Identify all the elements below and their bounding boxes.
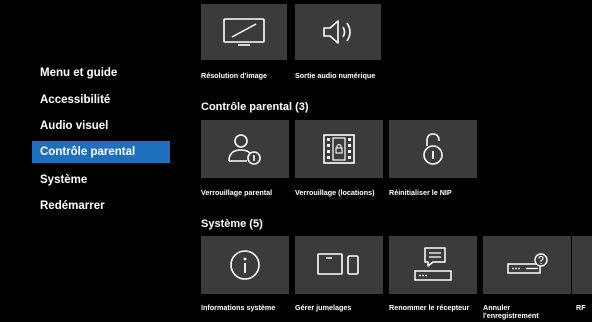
receiver-help-icon [507,253,548,274]
tile-label: Renommer le récepteur [389,303,470,312]
section-title-system: Système (5) [201,218,263,230]
tile-label: Réinitialiser le NIP [389,188,452,197]
monitor-resize-icon [223,18,265,46]
devices-icon [317,253,359,275]
digital-audio-output-tile[interactable] [295,4,381,60]
padlock-open-icon [423,133,443,165]
tile-label: Informations système [201,303,276,312]
tile-label: Gérer jumelages [295,303,352,312]
manage-pairings-tile[interactable] [295,236,383,294]
reset-pin-tile[interactable] [389,120,477,178]
cancel-registration-tile[interactable] [483,236,571,294]
film-lock-icon [323,134,355,164]
parental-lock-tile[interactable] [201,120,289,178]
receiver-message-icon [414,247,452,281]
tile-label: Verrouillage (locations) [295,188,375,197]
tile-label: Sortie audio numérique [295,71,376,80]
settings-sidebar: Menu et guide Accessibilité Audio visuel… [0,0,170,322]
sidebar-item-menu-guide[interactable]: Menu et guide [32,62,170,84]
tile-label: Résolution d'image [201,71,268,80]
speaker-icon [323,20,351,44]
tile-label: Annuler l'enregistrement [483,303,539,320]
sidebar-item-restart[interactable]: Redémarrer [32,195,170,217]
tile-label: RF [576,303,586,312]
rename-receiver-tile[interactable] [389,236,477,294]
sidebar-item-accessibility[interactable]: Accessibilité [32,89,170,111]
rf-tile[interactable] [572,236,592,294]
tile-label: Verrouillage parental [201,188,273,197]
rental-lock-tile[interactable] [295,120,383,178]
image-resolution-tile[interactable] [201,4,287,60]
sidebar-item-parental-control[interactable]: Contrôle parental [32,141,170,163]
sidebar-item-system[interactable]: Système [32,169,170,191]
user-lock-icon [228,134,261,165]
section-title-parental: Contrôle parental (3) [201,101,309,113]
info-icon [230,250,260,280]
sidebar-item-audio-visual[interactable]: Audio visuel [32,115,170,137]
system-info-tile[interactable] [201,236,289,294]
